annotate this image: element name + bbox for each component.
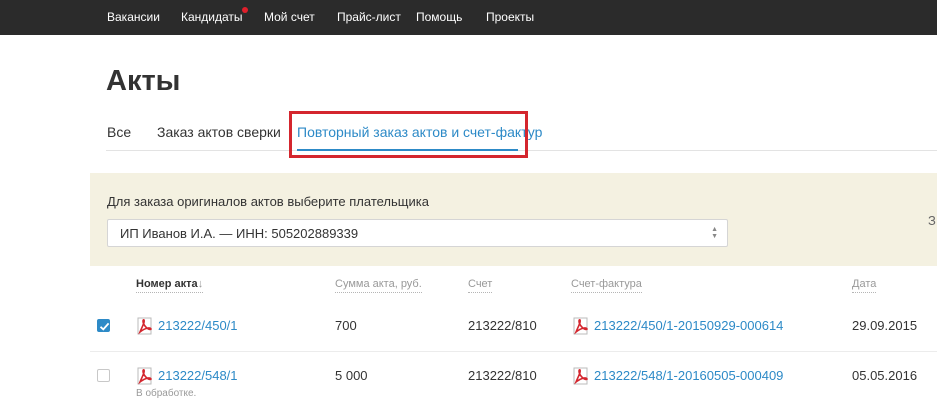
invoice-cell: 213222/810 — [468, 368, 537, 383]
nav-item-help[interactable]: Помощь — [416, 10, 462, 24]
clipped-text: З — [928, 213, 936, 228]
row-divider — [90, 351, 937, 352]
tab-all[interactable]: Все — [107, 124, 131, 140]
column-header-amount[interactable]: Сумма акта, руб. — [335, 278, 422, 293]
column-header-invoice[interactable]: Счет — [468, 278, 493, 293]
pdf-icon — [137, 317, 152, 335]
row-checkbox[interactable] — [97, 319, 110, 332]
status-note: В обработке. — [136, 388, 197, 399]
pdf-icon — [137, 367, 152, 385]
nav-item-projects[interactable]: Проекты — [486, 10, 534, 24]
act-number-link[interactable]: 213222/450/1 — [158, 318, 238, 333]
pdf-icon — [573, 367, 588, 385]
pdf-icon — [573, 317, 588, 335]
act-number-link[interactable]: 213222/548/1 — [158, 368, 238, 383]
nav-item-my-account[interactable]: Мой счет — [264, 10, 315, 24]
top-nav: Вакансии Кандидаты Мой счет Прайс-лист П… — [0, 0, 937, 35]
select-arrows-icon: ▲ ▼ — [711, 226, 718, 240]
column-header-invoice-factura[interactable]: Счет-фактура — [571, 278, 642, 293]
invoice-cell: 213222/810 — [468, 318, 537, 333]
check-icon — [99, 322, 110, 331]
payer-select-value: ИП Иванов И.А. — ИНН: 505202889339 — [120, 226, 359, 241]
date-cell: 29.09.2015 — [852, 318, 918, 333]
column-header-act-number[interactable]: Номер акта↓ — [136, 278, 204, 293]
highlight-frame — [289, 111, 528, 158]
page-title: Акты — [106, 65, 181, 97]
tab-reconciliation-order[interactable]: Заказ актов сверки — [157, 124, 281, 140]
invoice-factura-link[interactable]: 213222/548/1-20160505-000409 — [594, 368, 783, 383]
invoice-factura-link[interactable]: 213222/450/1-20150929-000614 — [594, 318, 783, 333]
notification-dot — [242, 7, 248, 13]
row-checkbox[interactable] — [97, 369, 110, 382]
nav-item-price-list[interactable]: Прайс-лист — [337, 10, 401, 24]
sort-arrow-icon: ↓ — [197, 278, 204, 290]
column-header-act-number-label: Номер акта — [136, 278, 198, 290]
nav-item-candidates[interactable]: Кандидаты — [181, 10, 243, 24]
amount-cell: 700 — [335, 318, 357, 333]
amount-cell: 5 000 — [335, 368, 368, 383]
date-cell: 05.05.2016 — [852, 368, 918, 383]
payer-select[interactable]: ИП Иванов И.А. — ИНН: 505202889339 ▲ ▼ — [107, 219, 728, 247]
payer-label: Для заказа оригиналов актов выберите пла… — [107, 194, 429, 209]
column-header-date[interactable]: Дата — [852, 278, 877, 293]
nav-item-vacancies[interactable]: Вакансии — [107, 10, 160, 24]
